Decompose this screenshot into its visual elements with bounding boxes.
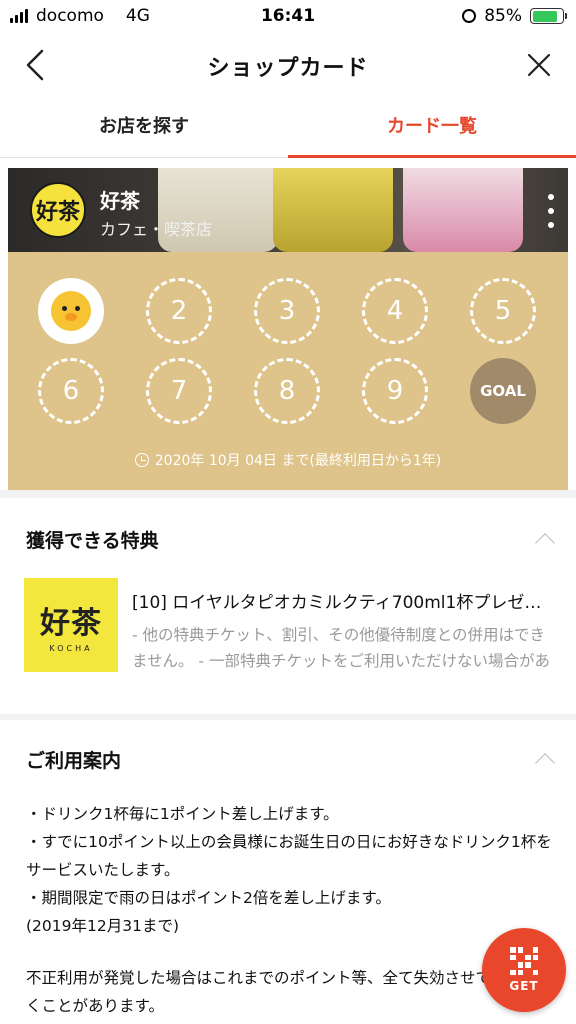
section-divider bbox=[0, 490, 576, 498]
get-button[interactable]: GET bbox=[482, 928, 566, 1012]
battery-icon bbox=[530, 8, 567, 24]
battery-percent: 85% bbox=[484, 6, 522, 26]
chevron-up-icon[interactable] bbox=[535, 533, 555, 553]
shop-category: カフェ・喫茶店 bbox=[100, 220, 213, 239]
clock-icon bbox=[134, 453, 149, 467]
more-options-icon[interactable] bbox=[546, 194, 556, 228]
close-icon[interactable] bbox=[524, 50, 554, 80]
expiry-text: 2020年 10月 04日 まで(最終利用日から1年) bbox=[154, 453, 442, 469]
chevron-up-icon[interactable] bbox=[535, 753, 555, 773]
nav-bar: ショップカード bbox=[0, 34, 576, 96]
shop-card[interactable]: 好茶 好茶 カフェ・喫茶店 2 3 4 5 6 7 8 9 GOAL 2020年… bbox=[8, 168, 568, 490]
benefit-description: - 他の特典チケット、割引、その他優待制度との併用はできません。 - 一部特典チ… bbox=[132, 626, 550, 670]
shop-logo: 好茶 bbox=[30, 182, 86, 238]
info-line: 不正利用が発覚した場合はこれまでのポイント等、全て失効させていただくことがありま… bbox=[26, 969, 538, 1015]
info-line: ・期間限定で雨の日はポイント2倍を差し上げます。 bbox=[26, 889, 391, 907]
benefit-title[interactable]: [10] ロイヤルタピオカミルクティ700ml1杯プレゼント bbox=[132, 588, 552, 613]
stamp-4: 4 bbox=[362, 278, 428, 344]
stamp-8: 8 bbox=[254, 358, 320, 424]
stamp-1 bbox=[38, 278, 104, 344]
get-label: GET bbox=[509, 979, 539, 993]
expiry-row: 2020年 10月 04日 まで(最終利用日から1年) bbox=[8, 450, 568, 470]
stamp-5: 5 bbox=[470, 278, 536, 344]
page-title: ショップカード bbox=[207, 56, 369, 81]
info-line: ・すでに10ポイント以上の会員様にお誕生日の日にお好きなドリンク1杯をサービスい… bbox=[26, 833, 552, 879]
stamp-3: 3 bbox=[254, 278, 320, 344]
section-divider bbox=[0, 714, 576, 720]
tab-bar: お店を探す カード一覧 bbox=[0, 96, 576, 158]
stamp-9: 9 bbox=[362, 358, 428, 424]
benefits-title: 獲得できる特典 bbox=[26, 530, 159, 552]
stamp-7: 7 bbox=[146, 358, 212, 424]
sally-chick-icon bbox=[51, 291, 91, 331]
shop-name: 好茶 bbox=[100, 189, 140, 213]
info-line: (2019年12月31まで) bbox=[26, 917, 179, 935]
status-bar: docomo 4G 16:41 85% bbox=[0, 0, 576, 34]
tab-card-list[interactable]: カード一覧 bbox=[288, 96, 576, 158]
card-header: 好茶 好茶 カフェ・喫茶店 bbox=[8, 168, 568, 252]
info-title: ご利用案内 bbox=[26, 750, 122, 772]
info-line: ・ドリンク1杯毎に1ポイント差し上げます。 bbox=[26, 805, 339, 823]
info-body: ・ドリンク1杯毎に1ポイント差し上げます。 ・すでに10ポイント以上の会員様にお… bbox=[26, 800, 552, 1020]
stamp-2: 2 bbox=[146, 278, 212, 344]
stamp-6: 6 bbox=[38, 358, 104, 424]
alarm-icon bbox=[462, 9, 477, 23]
stamp-goal: GOAL bbox=[470, 358, 536, 424]
tab-find-shop[interactable]: お店を探す bbox=[0, 96, 288, 157]
benefit-image: 好茶 KOCHA bbox=[24, 578, 118, 672]
qr-code-icon bbox=[510, 947, 538, 975]
